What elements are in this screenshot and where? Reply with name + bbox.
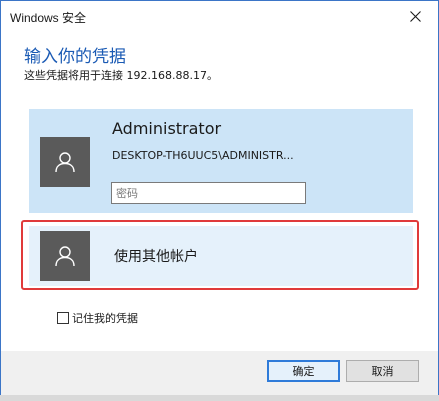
use-other-account-label: 使用其他帐户 [114,249,198,265]
window-title: Windows 安全 [10,11,87,25]
dialog-footer: 确定 取消 [1,351,438,395]
close-icon [409,11,421,22]
remember-credentials[interactable]: 记住我的凭据 [57,310,138,326]
avatar [40,137,90,187]
use-other-account-tile[interactable]: 使用其他帐户 [29,226,413,286]
cancel-button[interactable]: 取消 [346,360,419,382]
account-name: Administrator [112,119,222,138]
account-domain-user: DESKTOP-TH6UUC5\ADMINISTR... [112,149,294,162]
credentials-dialog: Windows 安全 输入你的凭据 这些凭据将用于连接 192.168.88.1… [0,0,439,395]
account-tile-administrator[interactable]: Administrator DESKTOP-TH6UUC5\ADMINISTR.… [29,109,413,213]
highlight-box: 使用其他帐户 [21,220,419,290]
ok-button[interactable]: 确定 [267,360,340,382]
dialog-heading: 输入你的凭据 [24,47,126,67]
avatar [40,231,90,281]
user-icon [55,152,75,173]
remember-label: 记住我的凭据 [72,312,138,325]
close-button[interactable] [392,1,438,32]
title-bar: Windows 安全 [1,1,438,33]
remember-checkbox[interactable] [57,312,69,324]
password-field[interactable] [111,182,306,204]
dialog-subtitle: 这些凭据将用于连接 192.168.88.17。 [24,69,218,82]
user-icon [55,246,75,267]
